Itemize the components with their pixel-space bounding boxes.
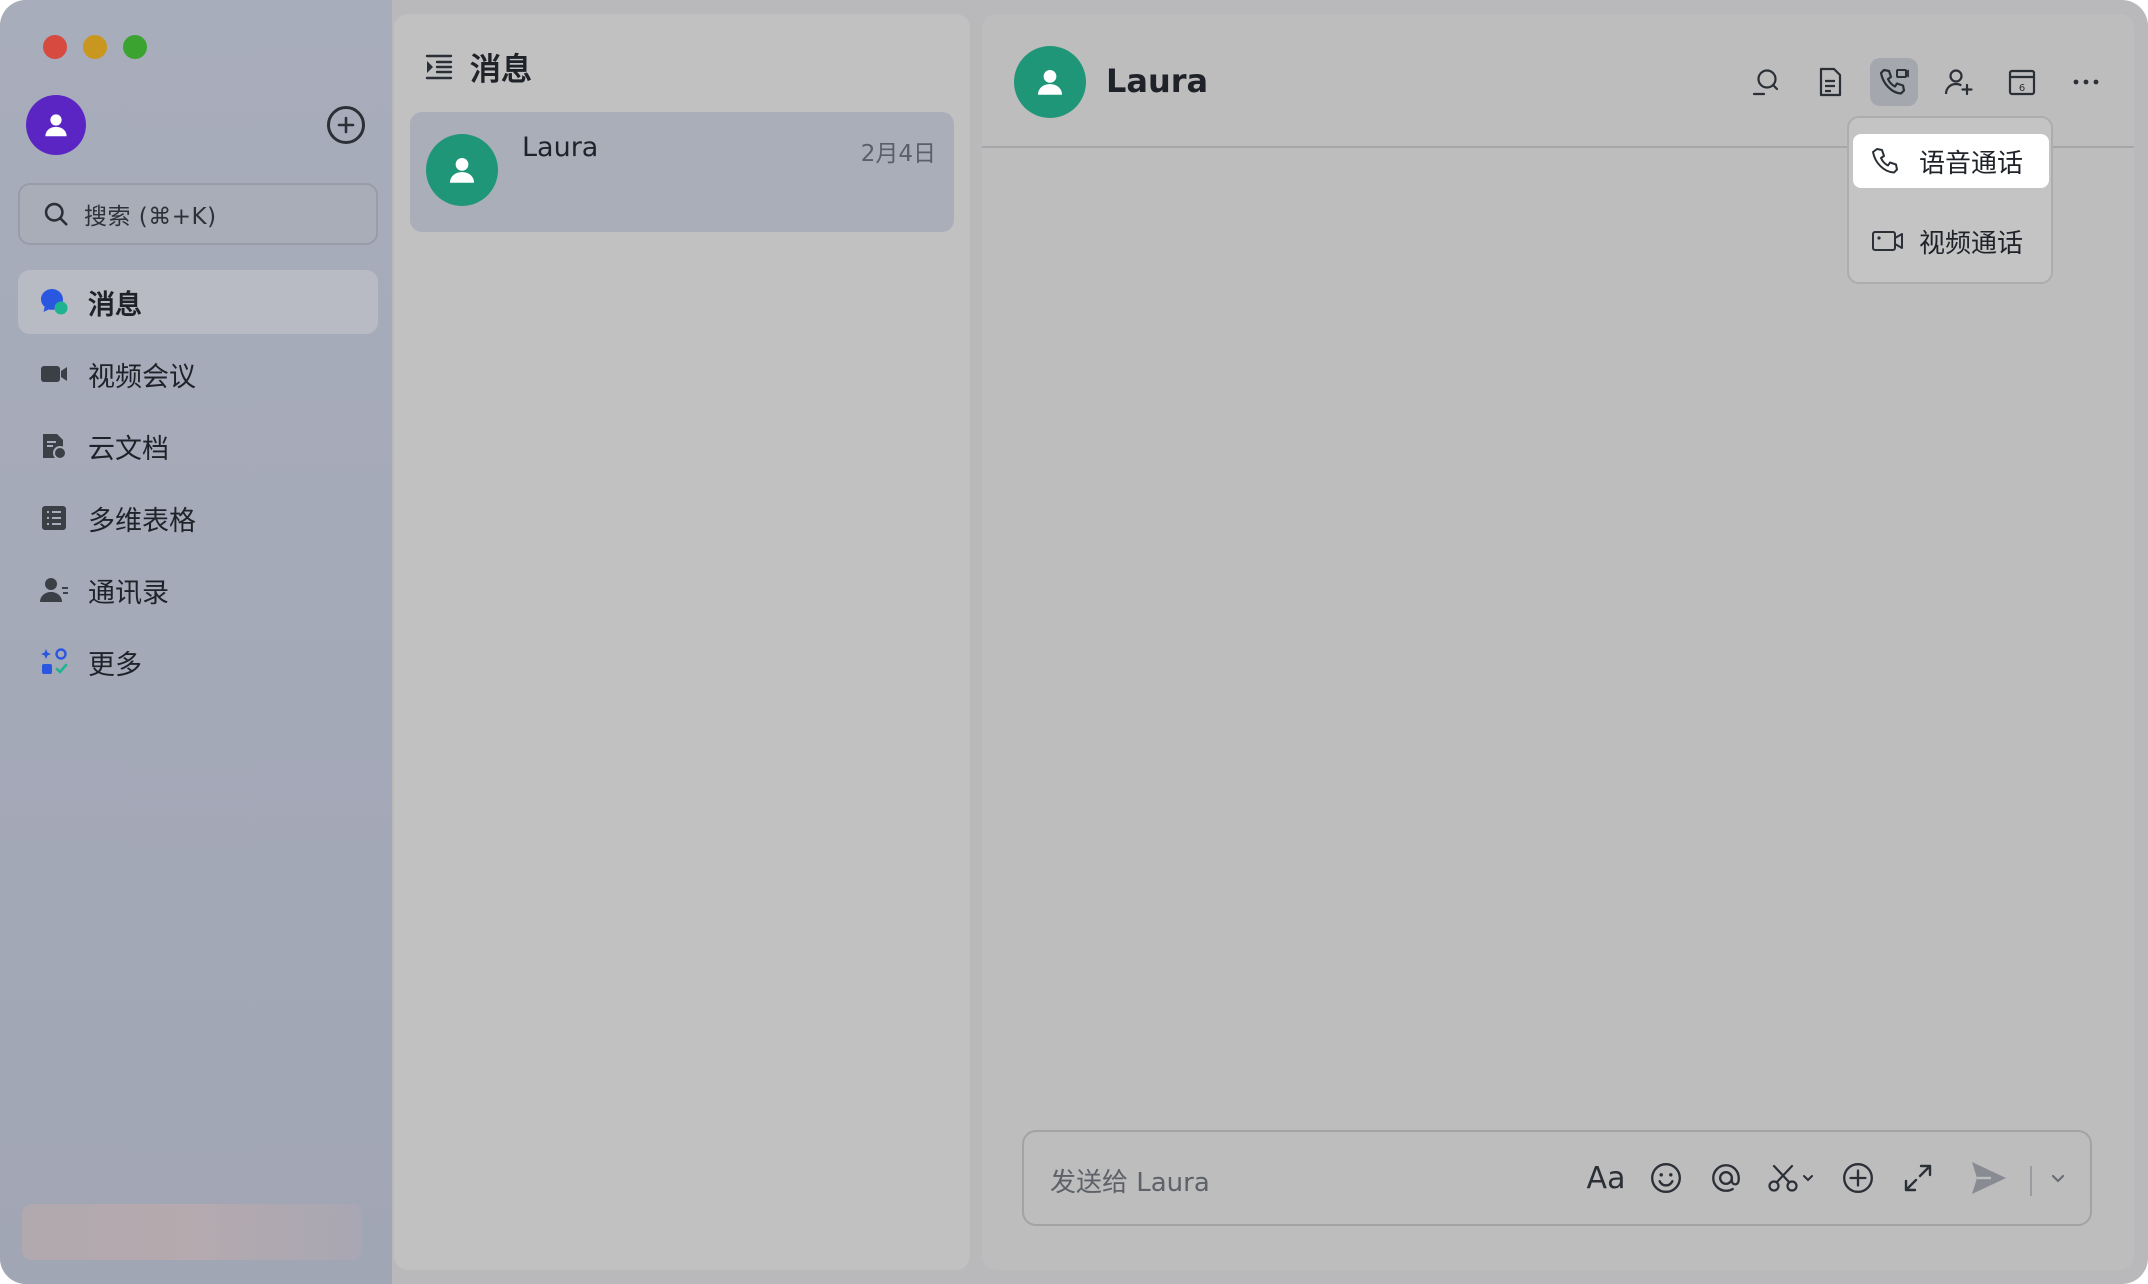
- search-placeholder: 搜索 (⌘+K): [84, 204, 217, 230]
- more-icon: [2073, 79, 2099, 85]
- message-bubble-icon: [38, 286, 70, 318]
- blurred-status-area: [22, 1204, 362, 1260]
- search-chat-button[interactable]: [1742, 58, 1790, 106]
- add-member-button[interactable]: [1934, 58, 1982, 106]
- format-text-icon: Aa: [1586, 1160, 1626, 1196]
- chevron-down-icon: [2051, 1174, 2065, 1183]
- calendar-day: 6: [2019, 83, 2025, 94]
- conversation-date: 2月4日: [860, 141, 936, 167]
- add-attachment-button[interactable]: [1836, 1156, 1880, 1200]
- conversation-name: Laura: [522, 132, 599, 163]
- conversation-list-header: 消息: [424, 44, 532, 89]
- sidebar: 搜索 (⌘+K) 消息 视频会议 云文档 多维表格 通讯录 更多: [0, 0, 392, 1284]
- composer-tools: Aa: [1584, 1156, 1956, 1200]
- video-call-menu-item[interactable]: 视频通话: [1853, 214, 2049, 268]
- add-member-icon: [1944, 69, 1973, 96]
- emoji-icon: [1651, 1163, 1681, 1193]
- chat-panel: Laura 6 语音通话 视频通话 发送给 Laura Aa: [982, 14, 2134, 1270]
- more-options-button[interactable]: [2062, 58, 2110, 106]
- plus-circle-icon: [1843, 1163, 1873, 1193]
- voice-call-menu-item[interactable]: 语音通话: [1853, 134, 2049, 188]
- conversation-list-panel: 消息 Laura 2月4日: [394, 14, 970, 1270]
- chat-toolbar: 6: [1742, 58, 2126, 106]
- more-apps-icon: [38, 646, 70, 678]
- at-sign-icon: [1712, 1164, 1740, 1192]
- chat-contact-name[interactable]: Laura: [1106, 62, 1208, 100]
- create-new-button[interactable]: [327, 106, 365, 144]
- video-camera-icon: [38, 358, 70, 390]
- call-button[interactable]: [1870, 58, 1918, 106]
- contact-avatar[interactable]: [1014, 46, 1086, 118]
- voice-call-label: 语音通话: [1919, 148, 2024, 179]
- video-camera-icon: [1871, 226, 1905, 256]
- sidebar-nav: 消息 视频会议 云文档 多维表格 通讯录 更多: [18, 270, 378, 702]
- emoji-button[interactable]: [1644, 1156, 1688, 1200]
- send-options-button[interactable]: [2048, 1168, 2068, 1192]
- minimize-window-button[interactable]: [83, 35, 107, 59]
- document-icon: [1819, 67, 1842, 97]
- send-separator: [2030, 1166, 2032, 1196]
- documents-button[interactable]: [1806, 58, 1854, 106]
- phone-call-icon: [1879, 68, 1909, 95]
- person-icon: [449, 157, 475, 183]
- sidebar-item-cloud-docs[interactable]: 云文档: [18, 414, 378, 478]
- message-composer[interactable]: 发送给 Laura Aa: [1022, 1130, 2092, 1226]
- sidebar-item-label: 更多: [88, 649, 142, 681]
- sidebar-item-label: 云文档: [88, 433, 169, 465]
- zoom-window-button[interactable]: [123, 35, 147, 59]
- collapse-sidebar-icon[interactable]: [424, 52, 454, 82]
- my-avatar[interactable]: [26, 95, 86, 155]
- sidebar-item-bitable[interactable]: 多维表格: [18, 486, 378, 550]
- conversation-list-title: 消息: [470, 52, 532, 88]
- sidebar-item-label: 视频会议: [88, 361, 196, 393]
- send-icon: [1972, 1162, 2006, 1194]
- person-icon: [1037, 69, 1063, 95]
- sidebar-item-label: 多维表格: [88, 505, 196, 537]
- sidebar-item-label: 消息: [88, 289, 142, 321]
- search-icon: [44, 202, 68, 226]
- screenshot-button[interactable]: [1764, 1156, 1820, 1200]
- format-text-button[interactable]: Aa: [1584, 1156, 1628, 1200]
- expand-icon: [1904, 1164, 1932, 1192]
- expand-composer-button[interactable]: [1896, 1156, 1940, 1200]
- search-input[interactable]: 搜索 (⌘+K): [18, 183, 378, 245]
- sidebar-item-more[interactable]: 更多: [18, 630, 378, 694]
- contacts-icon: [38, 574, 70, 606]
- close-window-button[interactable]: [43, 35, 67, 59]
- composer-placeholder: 发送给 Laura: [1050, 1168, 1210, 1198]
- search-chat-icon: [1752, 69, 1779, 96]
- plus-icon: [337, 116, 355, 134]
- app-window: 搜索 (⌘+K) 消息 视频会议 云文档 多维表格 通讯录 更多 消息 Laur…: [0, 0, 2148, 1284]
- calendar-button[interactable]: 6: [1998, 58, 2046, 106]
- send-button[interactable]: [1968, 1158, 2008, 1202]
- scissors-icon: [1768, 1164, 1813, 1192]
- person-icon: [45, 114, 67, 137]
- sidebar-item-messages[interactable]: 消息: [18, 270, 378, 334]
- sidebar-item-contacts[interactable]: 通讯录: [18, 558, 378, 622]
- phone-icon: [1871, 146, 1905, 176]
- video-call-label: 视频通话: [1919, 228, 2024, 259]
- calendar-icon: 6: [2008, 69, 2036, 96]
- conversation-item[interactable]: Laura 2月4日: [410, 112, 954, 232]
- sidebar-item-label: 通讯录: [88, 577, 169, 609]
- sidebar-item-video-meetings[interactable]: 视频会议: [18, 342, 378, 406]
- cloud-document-icon: [38, 430, 70, 462]
- call-dropdown-menu: 语音通话 视频通话: [1847, 116, 2053, 284]
- contact-avatar: [426, 134, 498, 206]
- mention-button[interactable]: [1704, 1156, 1748, 1200]
- table-icon: [38, 502, 70, 534]
